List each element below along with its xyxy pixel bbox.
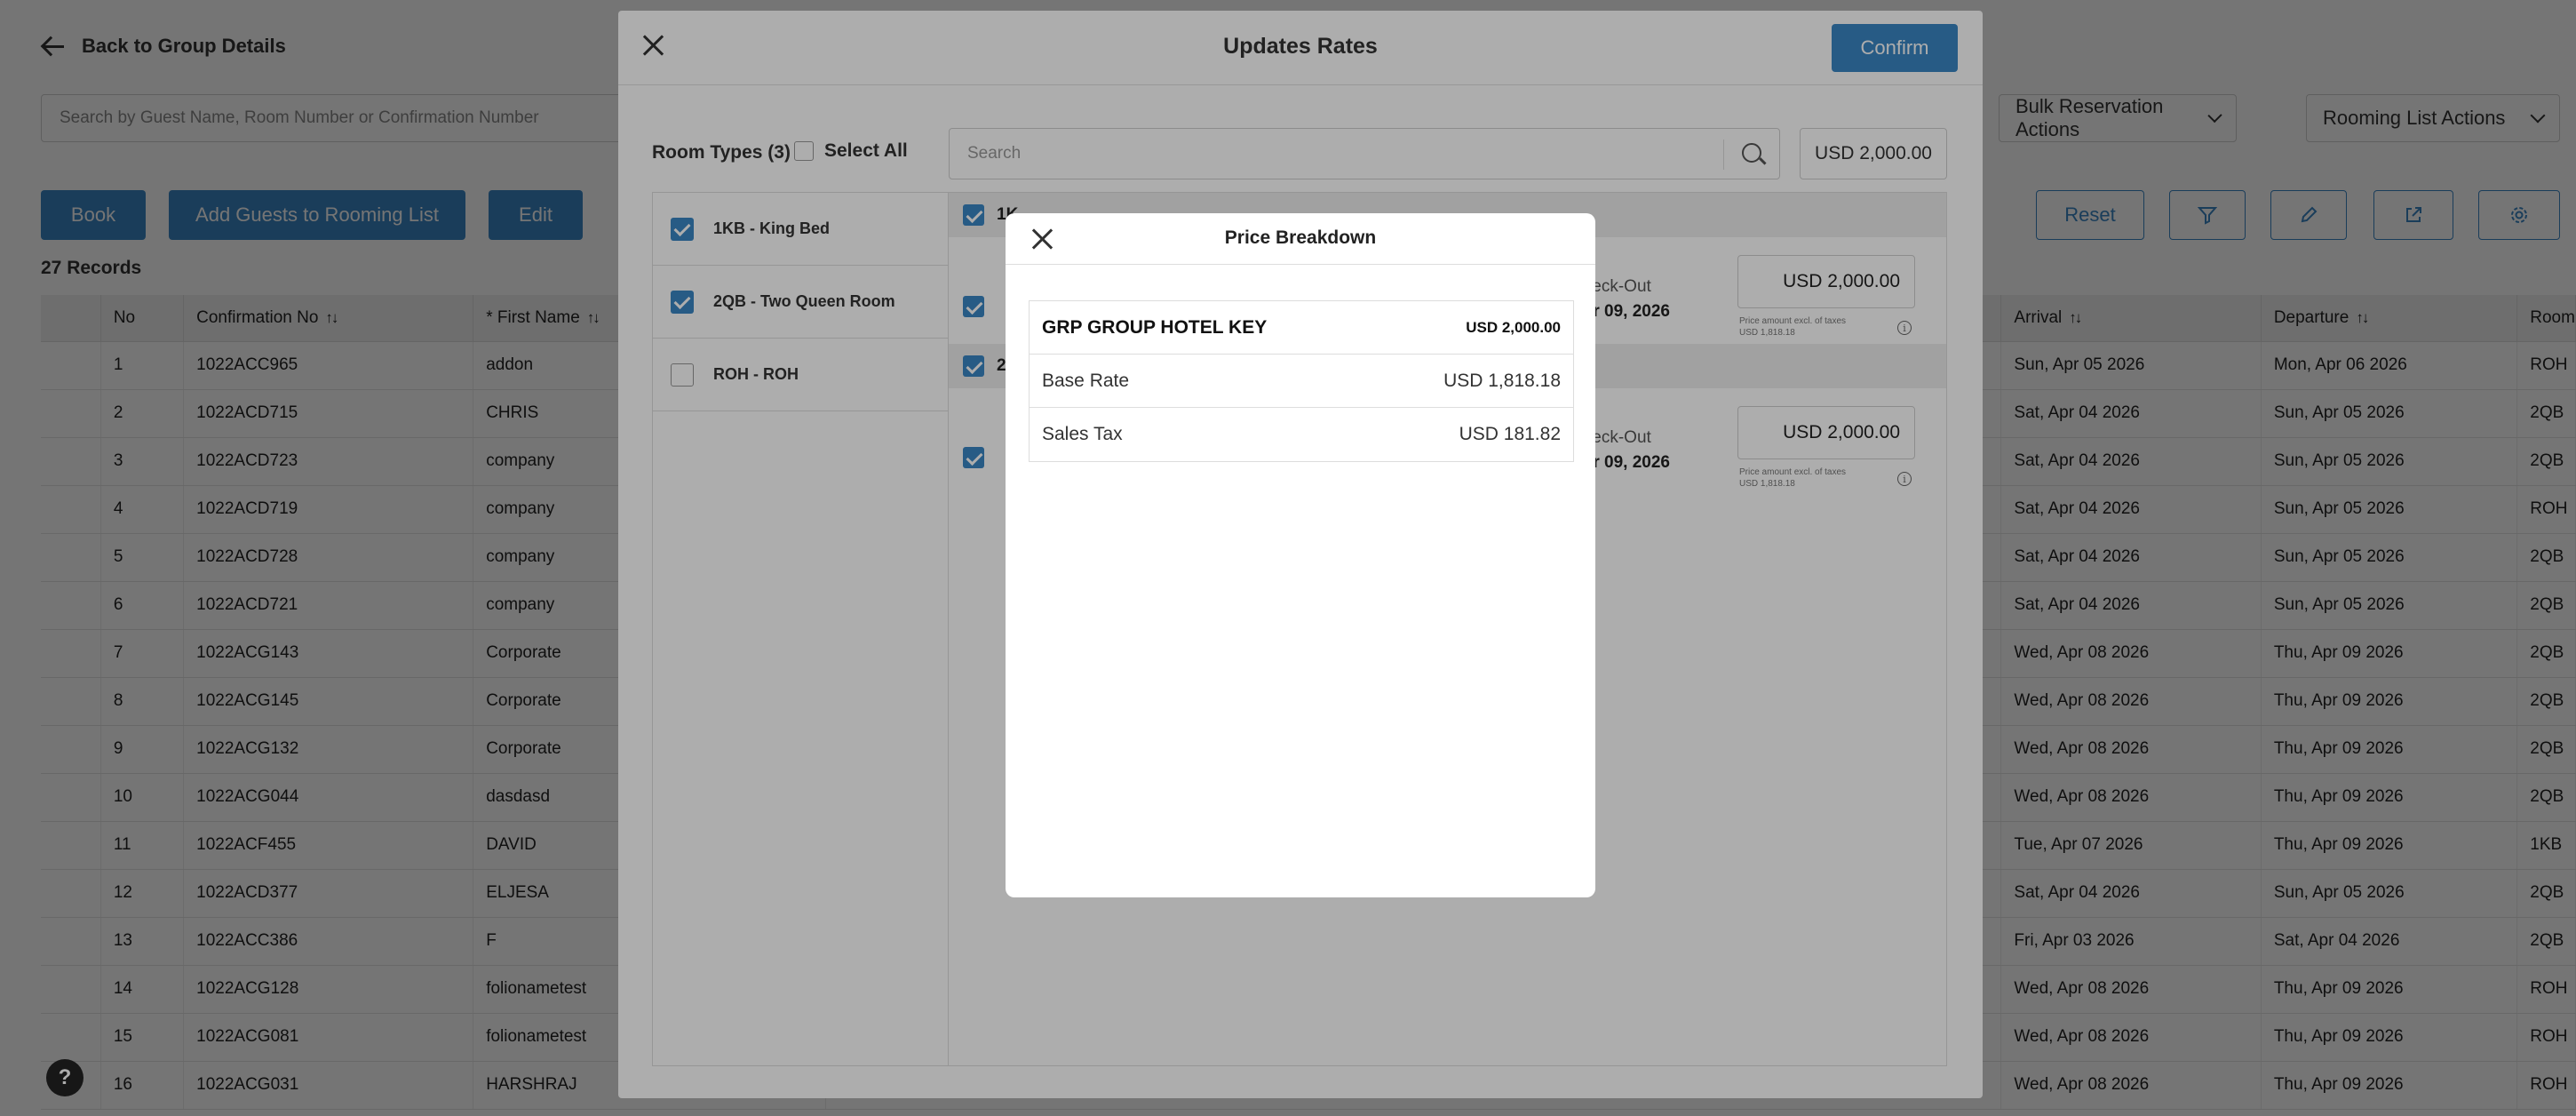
- breakdown-header-row: GRP GROUP HOTEL KEY USD 2,000.00: [1030, 301, 1573, 355]
- breakdown-row-base-rate: Base Rate USD 1,818.18: [1030, 355, 1573, 408]
- breakdown-value: USD 1,818.18: [1443, 370, 1561, 391]
- price-breakdown-modal: Price Breakdown GRP GROUP HOTEL KEY USD …: [1006, 213, 1595, 897]
- price-breakdown-table: GRP GROUP HOTEL KEY USD 2,000.00 Base Ra…: [1029, 300, 1574, 462]
- breakdown-header-value: USD 2,000.00: [1466, 318, 1561, 336]
- price-breakdown-header: Price Breakdown: [1006, 213, 1595, 265]
- breakdown-value: USD 181.82: [1459, 424, 1561, 444]
- breakdown-row-sales-tax: Sales Tax USD 181.82: [1030, 408, 1573, 461]
- breakdown-header-label: GRP GROUP HOTEL KEY: [1042, 316, 1268, 338]
- breakdown-label: Sales Tax: [1042, 424, 1123, 444]
- price-breakdown-title: Price Breakdown: [1224, 227, 1377, 248]
- breakdown-label: Base Rate: [1042, 370, 1130, 391]
